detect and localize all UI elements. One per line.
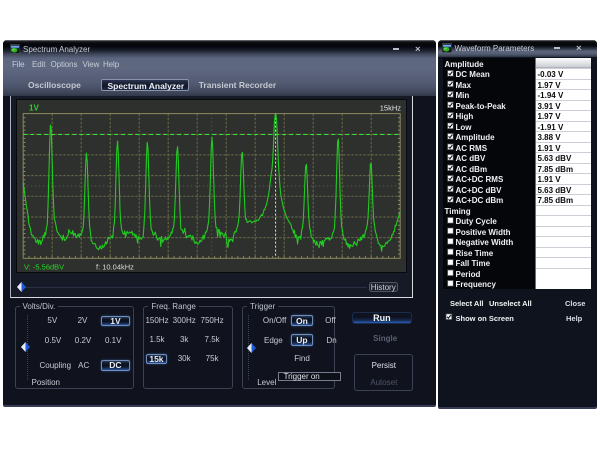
svg-text:1V: 1V xyxy=(29,104,39,113)
svg-text:V: -5.56dBV: V: -5.56dBV xyxy=(24,263,64,272)
svg-text:15kHz: 15kHz xyxy=(379,104,401,113)
svg-text:f: 10.04kHz: f: 10.04kHz xyxy=(96,263,134,272)
